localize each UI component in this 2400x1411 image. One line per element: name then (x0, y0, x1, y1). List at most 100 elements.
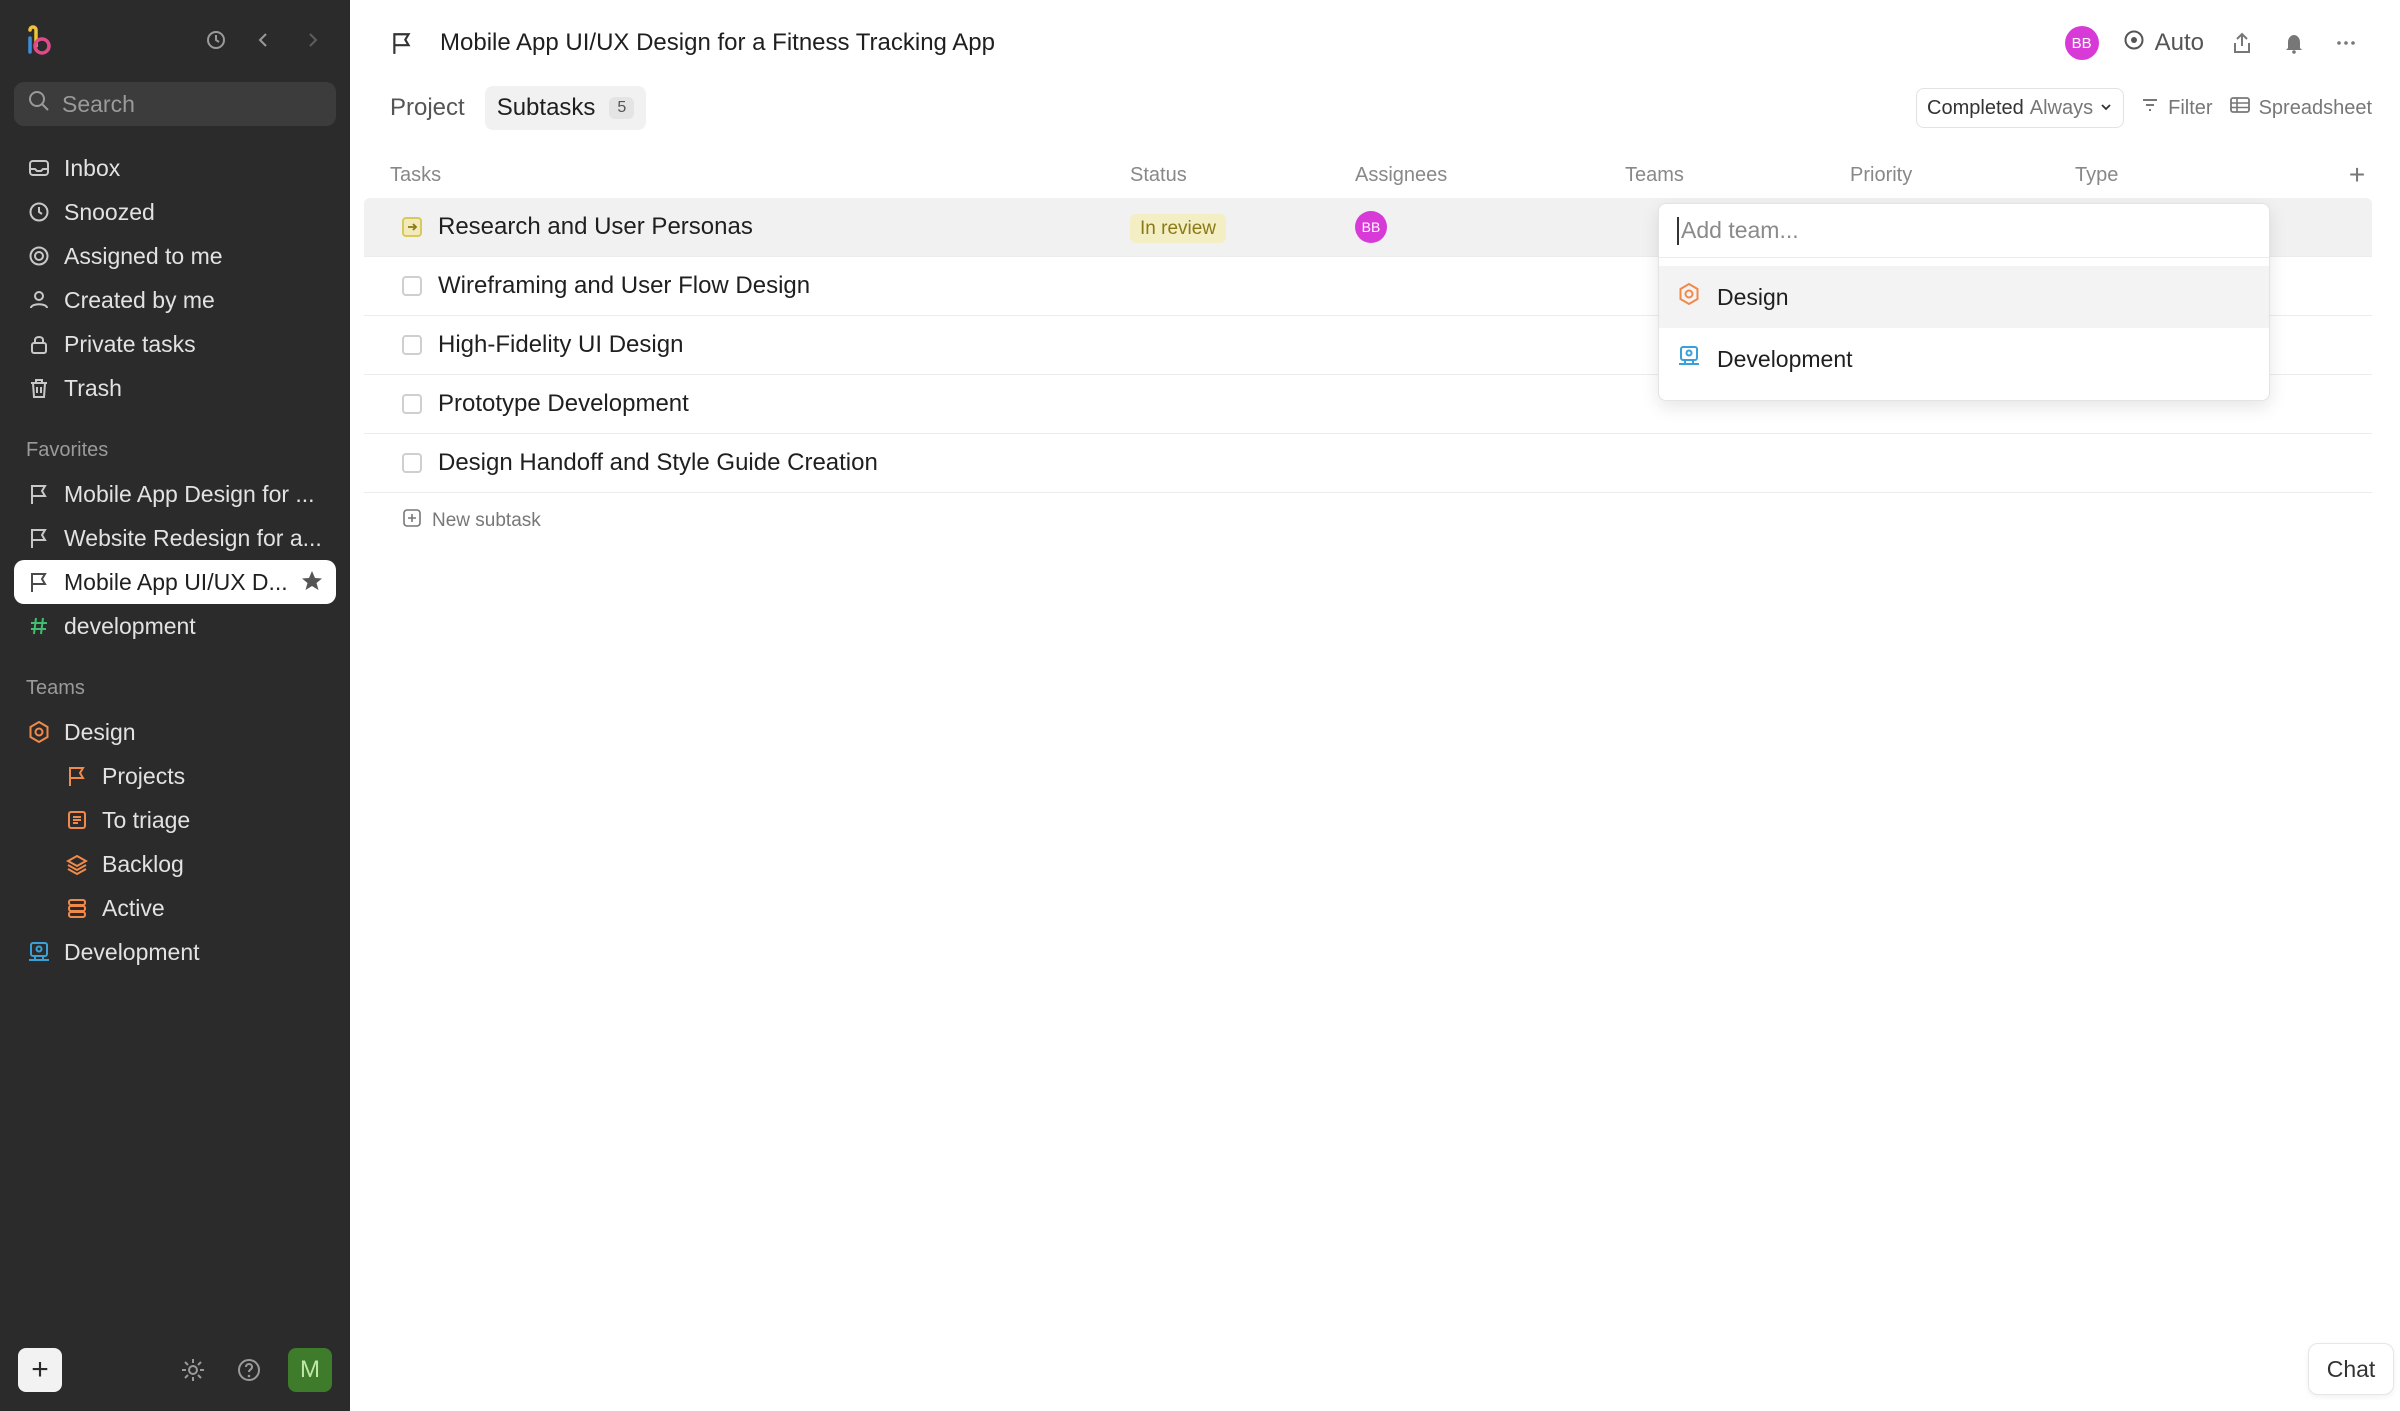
nav-inbox[interactable]: Inbox (14, 146, 336, 190)
back-arrow-icon[interactable] (250, 26, 278, 54)
more-options-icon[interactable] (2332, 29, 2360, 57)
settings-gear-icon[interactable] (176, 1353, 210, 1387)
triage-icon (64, 807, 90, 833)
chevron-down-icon (2099, 97, 2113, 120)
task-checkbox[interactable] (402, 276, 422, 296)
assignee-avatar[interactable]: BB (2064, 26, 2099, 60)
new-subtask-button[interactable]: New subtask (364, 493, 2372, 549)
text-caret (1677, 216, 1679, 245)
task-checkbox[interactable] (402, 453, 422, 473)
completed-filter-dropdown[interactable]: Completed Always (1916, 88, 2125, 128)
favorite-item-label: development (64, 612, 196, 639)
nav-snoozed[interactable]: Snoozed (14, 190, 336, 234)
help-icon[interactable] (232, 1353, 266, 1387)
teams-list: Design Projects To triage Backlog Active… (0, 710, 350, 974)
task-name[interactable]: Design Handoff and Style Guide Creation (438, 449, 878, 477)
tab-subtasks[interactable]: Subtasks 5 (484, 86, 647, 130)
nav-assigned-label: Assigned to me (64, 242, 223, 269)
team-design[interactable]: Design (14, 710, 336, 754)
filter-button[interactable]: Filter (2140, 88, 2213, 128)
star-icon[interactable] (300, 569, 324, 599)
user-icon (26, 287, 52, 313)
user-avatar[interactable]: M (288, 1348, 332, 1392)
task-name[interactable]: Wireframing and User Flow Design (438, 272, 810, 300)
column-header-type[interactable]: Type (2075, 164, 2300, 187)
main-content: Mobile App UI/UX Design for a Fitness Tr… (350, 0, 2400, 1411)
favorite-item-label: Website Redesign for a... (64, 524, 322, 551)
favorite-item-2[interactable]: Website Redesign for a... (14, 516, 336, 560)
tab-project[interactable]: Project (390, 86, 477, 130)
team-design-to-triage[interactable]: To triage (14, 798, 336, 842)
team-triage-label: To triage (102, 806, 191, 833)
forward-arrow-icon[interactable] (298, 26, 326, 54)
spreadsheet-view-button[interactable]: Spreadsheet (2229, 88, 2372, 128)
nav-trash[interactable]: Trash (14, 366, 336, 410)
development-team-icon (26, 939, 52, 965)
bell-icon[interactable] (2280, 29, 2308, 57)
app-logo-icon[interactable] (22, 24, 56, 58)
column-header-teams[interactable]: Teams (1625, 164, 1850, 187)
task-name[interactable]: Research and User Personas (438, 213, 753, 241)
clock-icon (26, 199, 52, 225)
in-review-status-icon[interactable] (402, 217, 422, 237)
team-design-projects[interactable]: Projects (14, 754, 336, 798)
status-badge[interactable]: In review (1130, 214, 1227, 243)
task-checkbox[interactable] (402, 335, 422, 355)
column-header-priority[interactable]: Priority (1850, 164, 2075, 187)
trash-icon (26, 375, 52, 401)
search-icon (28, 90, 50, 118)
favorite-item-4[interactable]: development (14, 604, 336, 648)
tab-project-label: Project (390, 94, 465, 121)
app-window: Search Inbox Snoozed Assigned to me Crea… (0, 0, 2400, 1411)
team-design-active[interactable]: Active (14, 886, 336, 930)
history-icon[interactable] (202, 26, 230, 54)
sidebar-bottom: + M (18, 1347, 332, 1393)
task-name[interactable]: High-Fidelity UI Design (438, 331, 683, 359)
flag-icon (26, 569, 52, 595)
chat-button[interactable]: Chat (2308, 1343, 2394, 1395)
filter-icon (2140, 95, 2160, 121)
team-option-design[interactable]: Design (1659, 266, 2269, 328)
target-icon (26, 243, 52, 269)
team-development-label: Development (64, 938, 200, 965)
task-checkbox[interactable] (402, 394, 422, 414)
table-header: Tasks Status Assignees Teams Priority Ty… (364, 152, 2372, 198)
nav-private-tasks[interactable]: Private tasks (14, 322, 336, 366)
favorite-item-1[interactable]: Mobile App Design for ... (14, 472, 336, 516)
nav-created-by-me[interactable]: Created by me (14, 278, 336, 322)
page-title[interactable]: Mobile App UI/UX Design for a Fitness Tr… (440, 29, 995, 57)
flag-icon (26, 525, 52, 551)
development-team-icon (1677, 344, 1701, 374)
flag-icon (64, 763, 90, 789)
team-option-label: Development (1717, 345, 1853, 372)
search-input[interactable]: Search (14, 82, 336, 126)
add-team-input[interactable]: Add team... (1659, 204, 2269, 258)
share-icon[interactable] (2228, 29, 2256, 57)
flag-icon (390, 29, 418, 57)
completed-value: Always (2029, 96, 2094, 119)
column-header-tasks[interactable]: Tasks (364, 164, 1130, 187)
row-assignee-avatar[interactable]: BB (1355, 211, 1387, 243)
nav-trash-label: Trash (64, 374, 122, 401)
team-development[interactable]: Development (14, 930, 336, 974)
favorite-item-3-active[interactable]: Mobile App UI/UX D... (14, 560, 336, 604)
column-header-status[interactable]: Status (1130, 164, 1355, 187)
filter-label: Filter (2168, 96, 2213, 119)
team-design-backlog[interactable]: Backlog (14, 842, 336, 886)
task-name[interactable]: Prototype Development (438, 390, 689, 418)
nav-snoozed-label: Snoozed (64, 198, 155, 225)
inbox-icon (26, 155, 52, 181)
nav-assigned-to-me[interactable]: Assigned to me (14, 234, 336, 278)
subtasks-count-badge: 5 (609, 97, 635, 119)
column-header-assignees[interactable]: Assignees (1355, 164, 1625, 187)
team-option-development[interactable]: Development (1659, 328, 2269, 390)
add-column-plus-icon[interactable]: + (2342, 159, 2372, 190)
auto-button[interactable]: Auto (2123, 29, 2204, 58)
add-team-dropdown: Add team... Design Development (1658, 203, 2270, 401)
add-button[interactable]: + (18, 1348, 62, 1392)
favorites-title: Favorites (26, 438, 109, 461)
table-row[interactable]: Design Handoff and Style Guide Creation (364, 434, 2372, 493)
flag-icon (26, 481, 52, 507)
layers-icon (64, 851, 90, 877)
teams-title: Teams (26, 676, 85, 699)
